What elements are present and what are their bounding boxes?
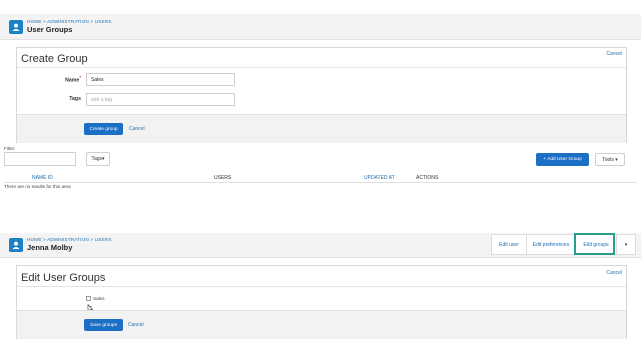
tags-input[interactable]: add a tag	[86, 93, 235, 106]
cancel-link-top[interactable]: Cancel	[606, 270, 622, 276]
user-avatar-icon	[9, 238, 23, 252]
form-footer: Save groups Cancel	[17, 310, 626, 339]
top-header: HOME > ADMINISTRATION > USERS Jenna Molb…	[0, 233, 641, 258]
column-header-updated-at[interactable]: UPDATED AT	[364, 175, 395, 181]
add-user-group-button[interactable]: + Add User Group	[536, 153, 589, 166]
divider	[4, 182, 637, 183]
column-header-actions: ACTIONS	[416, 175, 439, 181]
card-title: Edit User Groups	[21, 272, 106, 284]
name-input[interactable]: Sales	[86, 73, 235, 86]
name-label: Name*	[65, 75, 81, 84]
tab-edit-preferences[interactable]: Edit preferences	[526, 235, 575, 254]
column-header-users: USERS	[214, 175, 232, 181]
breadcrumb[interactable]: HOME > ADMINISTRATION > USERS	[27, 19, 112, 24]
cancel-link-top[interactable]: Cancel	[606, 51, 622, 57]
save-groups-button[interactable]: Save groups	[84, 319, 123, 331]
page-title: User Groups	[27, 25, 73, 34]
card-title: Create Group	[21, 53, 88, 65]
edit-groups-highlight	[574, 233, 615, 255]
filter-label: Filter:	[4, 146, 16, 151]
filter-input[interactable]	[4, 152, 76, 166]
form-footer: Create group Cancel	[17, 114, 626, 143]
divider	[17, 67, 626, 68]
empty-results-text: There are no results for this area	[4, 184, 71, 189]
tags-label: Tags	[69, 96, 81, 102]
cancel-link[interactable]: Cancel	[129, 126, 145, 132]
more-menu-button[interactable]: ▾	[616, 235, 635, 254]
breadcrumb[interactable]: HOME > ADMINISTRATION > USERS	[27, 237, 112, 242]
tools-dropdown-button[interactable]: Tools ▾	[595, 153, 625, 166]
cancel-link[interactable]: Cancel	[128, 322, 144, 328]
tab-edit-user[interactable]: Edit user	[492, 235, 526, 254]
column-header-name-id[interactable]: NAME ID	[32, 175, 53, 181]
results-table: NAME ID USERS UPDATED AT ACTIONS There a…	[4, 174, 637, 194]
edit-user-groups-card: Edit User Groups Cancel Sales Save group…	[16, 265, 627, 339]
top-header: HOME > ADMINISTRATION > USERS User Group…	[0, 14, 641, 40]
tags-dropdown-button[interactable]: Tags▾	[86, 152, 110, 166]
create-group-button[interactable]: Create group	[84, 123, 123, 135]
page-title: Jenna Molby	[27, 243, 73, 252]
user-avatar-icon	[9, 20, 23, 34]
create-group-card: Create Group Cancel Name* Sales Tags add…	[16, 47, 627, 143]
divider	[17, 286, 626, 287]
